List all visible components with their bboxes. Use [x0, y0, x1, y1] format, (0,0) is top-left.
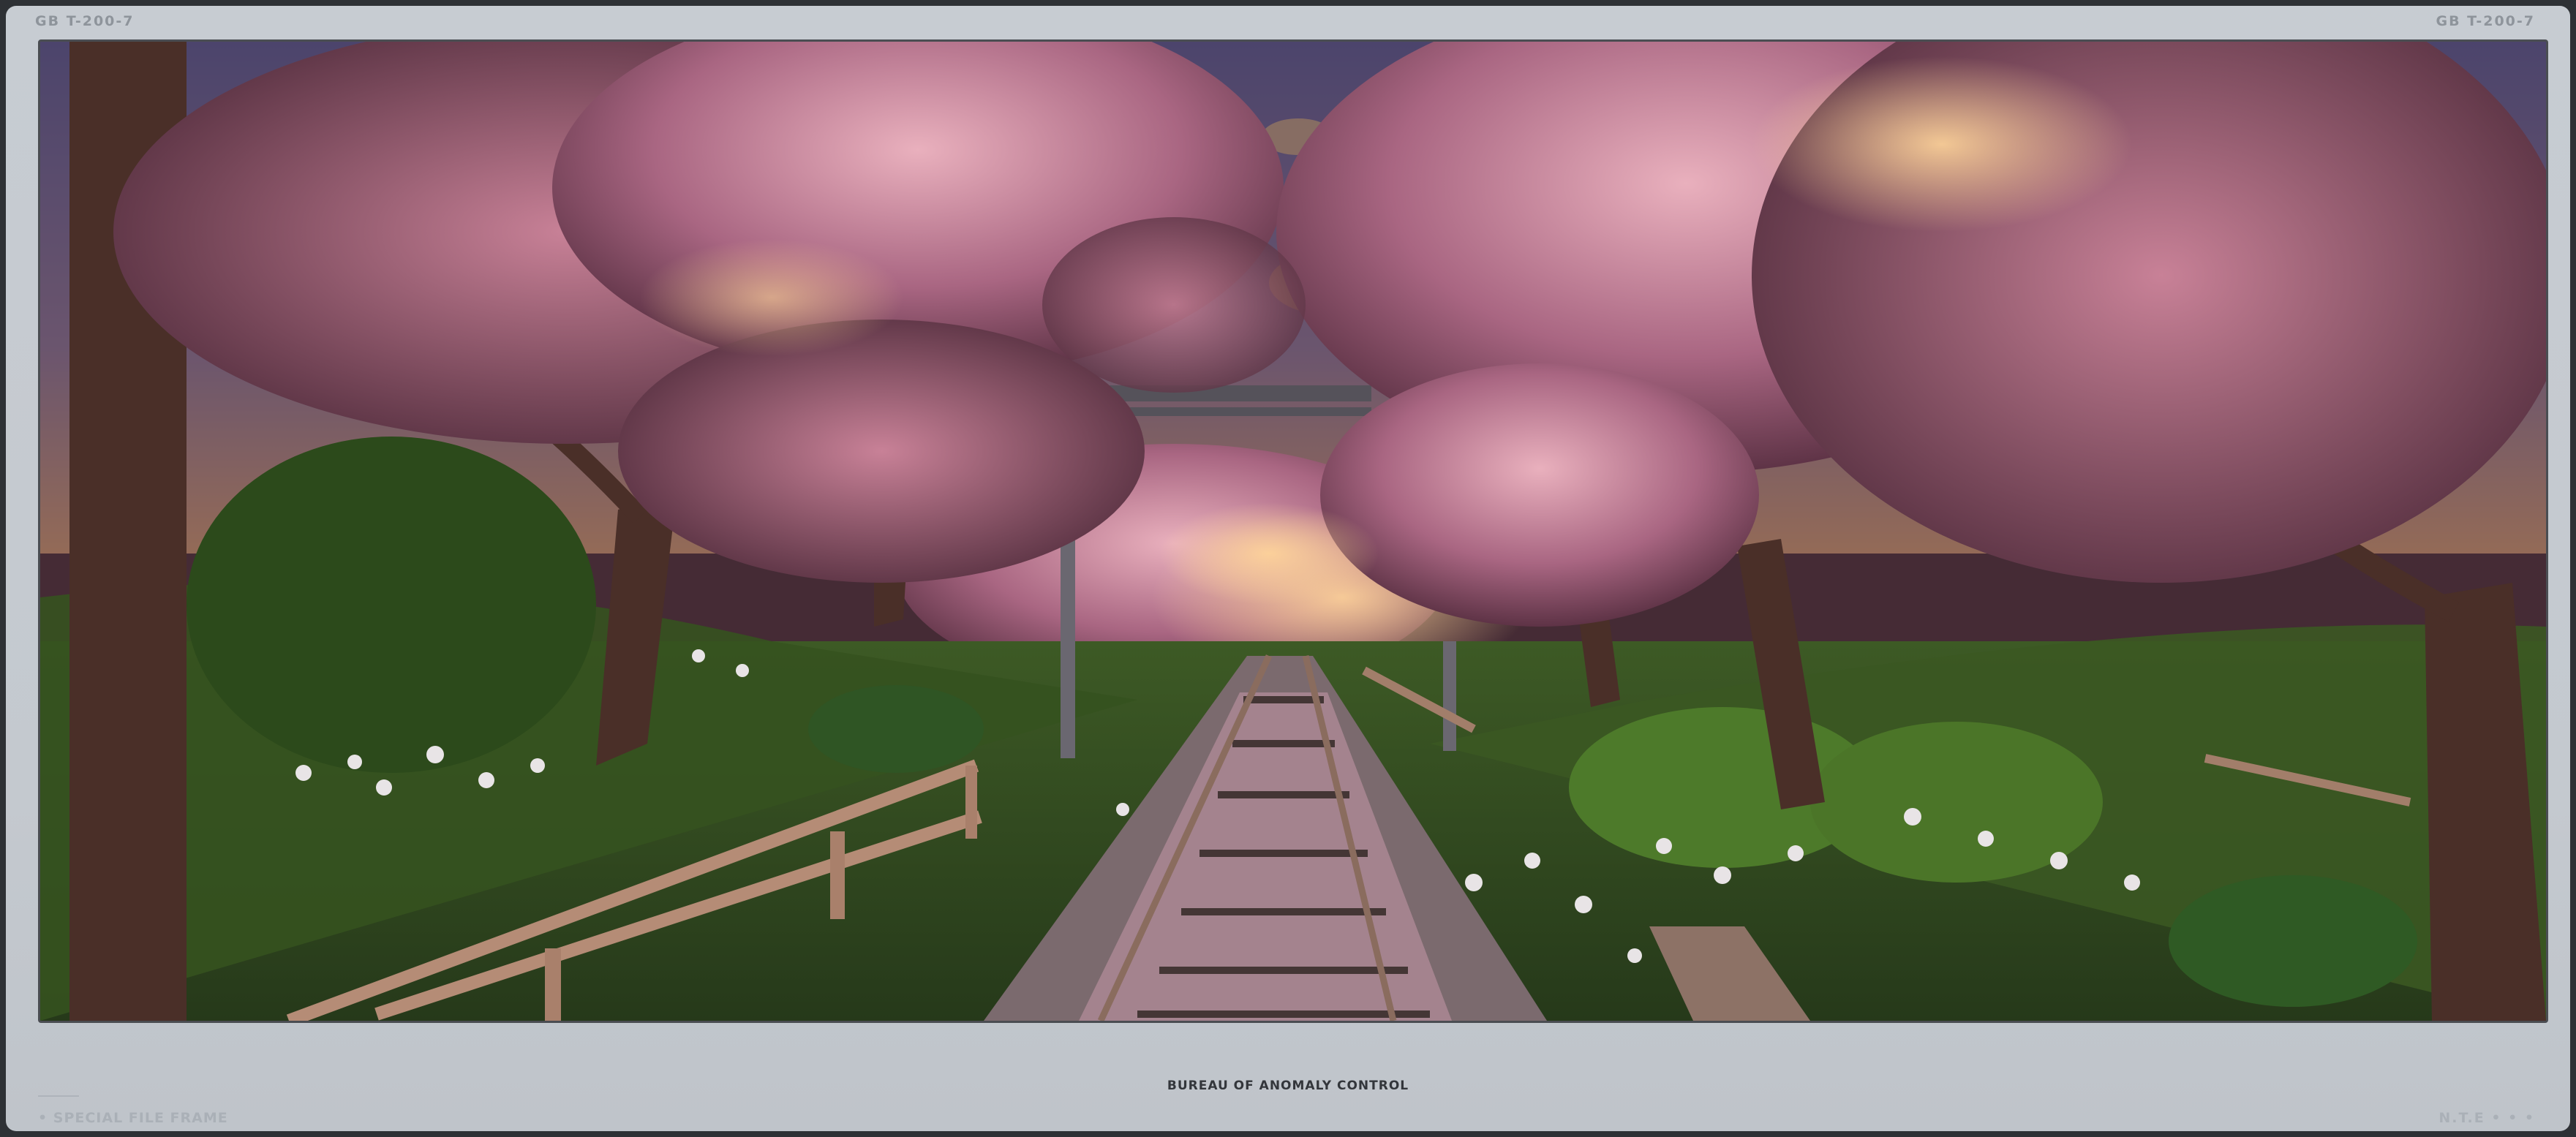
footer-left-label: • SPECIAL FILE FRAME — [38, 1110, 228, 1126]
top-left-code: GB T-200-7 — [35, 13, 135, 29]
footer-right-label: N.T.E • • • — [2438, 1110, 2535, 1126]
file-frame: GB T-200-7 GB T-200-7 BUREAU OF ANOMALY … — [6, 6, 2570, 1131]
bureau-caption: BUREAU OF ANOMALY CONTROL — [1167, 1079, 1409, 1093]
cherry-blossom-railway-image — [40, 42, 2546, 1021]
footer-divider — [38, 1095, 79, 1097]
scene-photo — [38, 39, 2548, 1023]
top-right-code: GB T-200-7 — [2436, 13, 2535, 29]
